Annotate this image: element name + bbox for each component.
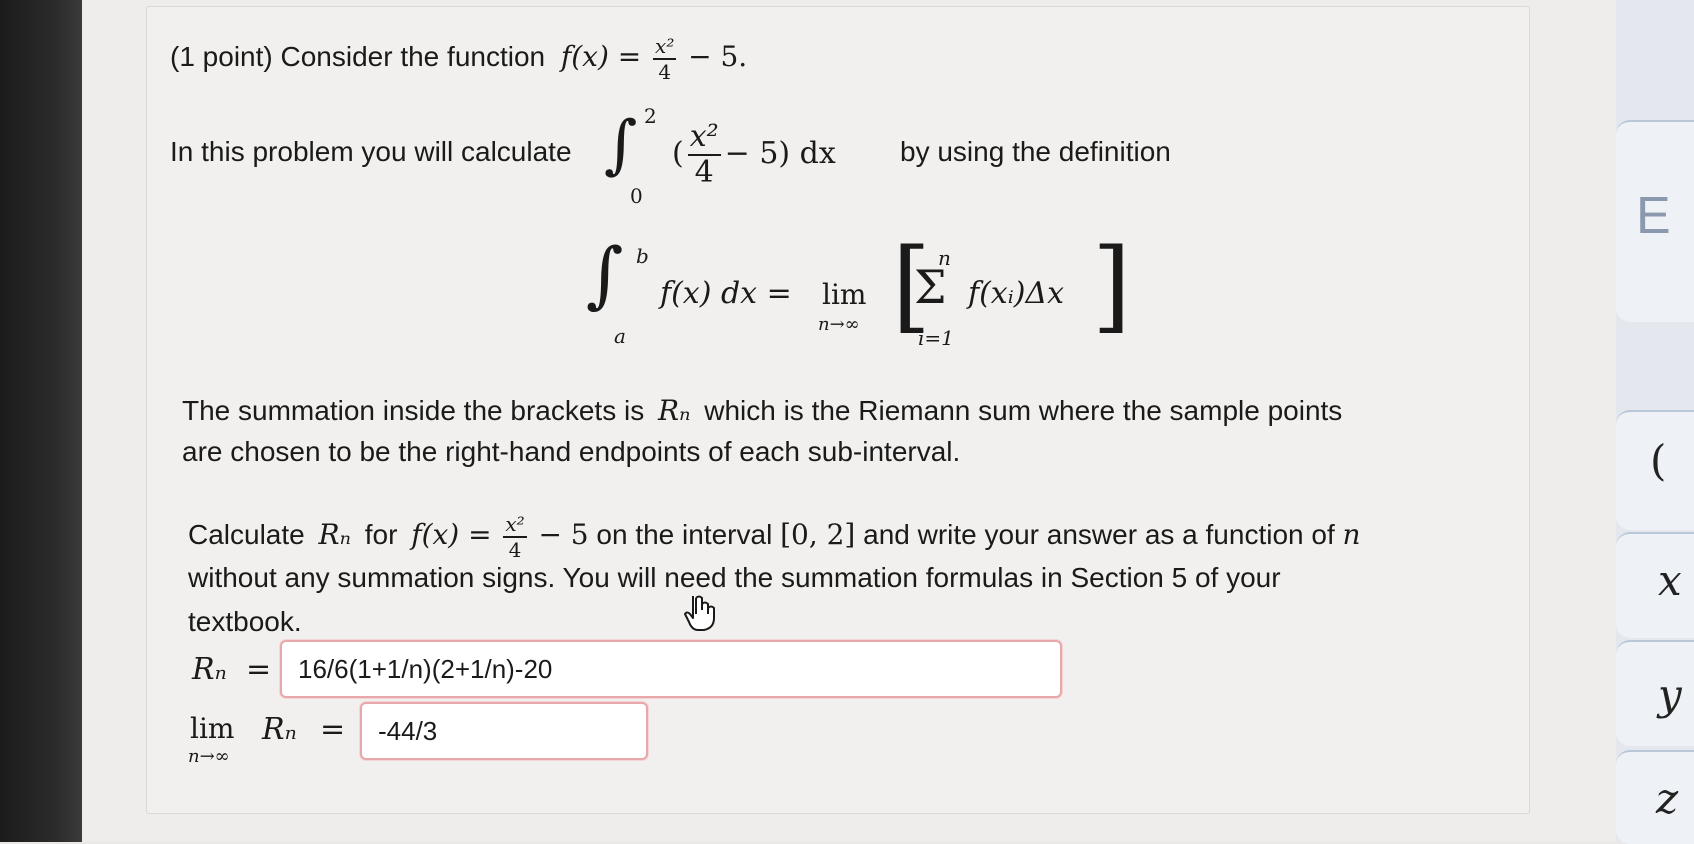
palette-tile-y[interactable] [1616, 640, 1694, 746]
fraction-denominator: 4 [694, 154, 714, 190]
lim-rn-symbol: Rₙ [262, 712, 297, 747]
header-tail: − 5. [688, 40, 748, 74]
rn-symbol: Rₙ [658, 394, 691, 427]
intro-fraction: x² 4 [687, 119, 721, 190]
lim-answer-subscript: n→∞ [188, 746, 230, 767]
palette-x-glyph: x [1658, 556, 1682, 605]
problem-header: (1 point) Consider the function f(x) = x… [170, 36, 747, 82]
palette-editor-glyph: E [1636, 187, 1671, 245]
header-function: f(x) = [560, 40, 642, 74]
palette-paren-glyph: ( [1650, 436, 1667, 485]
definition-integral-sign: ∫ [586, 232, 624, 316]
limit-answer-input[interactable]: -44/3 [360, 702, 648, 760]
para2-function: f(x) = [411, 518, 492, 552]
fraction-numerator: x² [655, 34, 675, 58]
paragraph-2-line-1: Calculate Rₙ for f(x) = x² 4 − 5 on the … [188, 514, 1361, 560]
para2-minus-five: − 5 [538, 518, 589, 552]
palette-tile-x[interactable] [1616, 532, 1694, 638]
intro-integrand: ( x² 4 − 5) dx [672, 122, 836, 188]
palette-y-glyph: y [1658, 670, 1682, 719]
fraction-denominator: 4 [508, 537, 522, 562]
para2-text-e: and write your answer as a function of [863, 519, 1335, 551]
paragraph-2-line-2: without any summation signs. You will ne… [188, 562, 1281, 593]
para2-text-a: Calculate [188, 519, 305, 551]
rn-answer-value: 16/6(1+1/n)(2+1/n)-20 [298, 653, 553, 684]
intro-text: In this problem you will calculate [170, 136, 572, 167]
para2-fraction: x² 4 [503, 512, 527, 562]
paragraph-1-line-2: are chosen to be the right-hand endpoint… [182, 436, 961, 467]
rn-symbol: Rₙ [318, 518, 351, 552]
screen-bezel [0, 0, 82, 842]
sigma-sign: Σ [914, 260, 947, 314]
paragraph-2-line-3: textbook. [188, 606, 302, 637]
paragraph-1-line-1: The summation inside the brackets is Rₙ … [182, 394, 1342, 427]
lim-answer-label: lim [190, 712, 235, 745]
definition-lower-limit: a [614, 324, 626, 348]
integral-sign: ∫ [604, 108, 638, 182]
definition-upper-limit: b [636, 244, 649, 268]
intro-tail: − 5) dx [724, 135, 836, 171]
palette-z-glyph: z [1656, 774, 1679, 823]
integral-upper-limit: 2 [644, 104, 657, 128]
hand-cursor-icon [684, 595, 715, 631]
limit-answer-value: -44/3 [378, 715, 438, 746]
para1-text-a: The summation inside the brackets is [182, 395, 645, 426]
para2-text-d: on the interval [596, 519, 773, 551]
definition-lim: lim [822, 278, 867, 311]
fraction-numerator: x² [505, 512, 525, 536]
para2-text-b: for [364, 519, 398, 551]
sum-body: f(xᵢ)Δx [968, 276, 1065, 311]
n-symbol: n [1342, 518, 1361, 552]
palette-tile-z[interactable] [1616, 750, 1694, 844]
fraction-denominator: 4 [658, 59, 672, 84]
rn-answer-label: Rₙ [192, 652, 227, 687]
sum-lower-limit: i=1 [918, 326, 954, 350]
intro-suffix: by using the definition [900, 136, 1171, 167]
lim-equals: = [320, 712, 346, 747]
open-paren: ( [672, 135, 684, 171]
header-prefix: (1 point) Consider the function [170, 41, 546, 73]
fraction-numerator: x² [689, 119, 719, 154]
para1-text-b: which is the Riemann sum where the sampl… [704, 395, 1343, 426]
rn-answer-input[interactable]: 16/6(1+1/n)(2+1/n)-20 [280, 640, 1062, 698]
integral-lower-limit: 0 [630, 184, 643, 208]
definition-integrand: f(x) dx = [660, 276, 792, 311]
rn-equals: = [246, 652, 272, 687]
interval: [0, 2] [780, 518, 856, 552]
header-fraction: x² 4 [653, 34, 677, 84]
definition-lim-subscript: n→∞ [818, 314, 860, 335]
right-bracket: ] [1092, 227, 1132, 344]
